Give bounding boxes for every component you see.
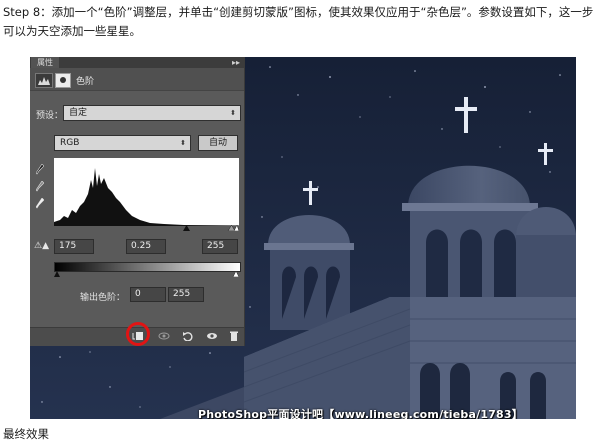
layer-mask-icon[interactable] xyxy=(55,73,71,88)
panel-titlebar xyxy=(30,57,244,68)
properties-panel: 属性 ▸▸ 色阶 预设： 自定 ⬍ RGB ⬍ 自动 ⚠▲ 175 0.25 2… xyxy=(30,57,245,346)
levels-adjustment-icon[interactable] xyxy=(35,73,53,88)
highlight-circle xyxy=(126,322,150,346)
preset-label: 预设： xyxy=(36,111,64,121)
output-levels-label: 输出色阶： xyxy=(80,293,126,303)
collapse-icon[interactable]: ▸▸ xyxy=(232,57,240,68)
output-black-field[interactable]: 0 xyxy=(130,287,166,302)
input-black-field[interactable]: 175 xyxy=(54,239,94,254)
visibility-eye-icon[interactable] xyxy=(206,331,218,341)
input-white-field[interactable]: 255 xyxy=(202,239,238,254)
preset-dropdown[interactable]: 自定 ⬍ xyxy=(63,105,241,121)
adjustment-title: 色阶 xyxy=(76,77,95,87)
watermark: PhotoShop平面设计吧【www.lineeg.com/tieba/1783… xyxy=(198,408,523,419)
input-white-handle[interactable] xyxy=(233,225,239,231)
output-black-handle[interactable] xyxy=(54,271,60,277)
clipping-warning-icon[interactable]: ⚠▲ xyxy=(34,241,49,251)
histogram xyxy=(54,158,239,226)
input-black-handle[interactable] xyxy=(183,225,190,231)
black-eyedropper-icon[interactable] xyxy=(35,163,45,175)
channel-value: RGB xyxy=(60,138,80,148)
instruction-text: Step 8：添加一个“色阶”调整层，并单击“创建剪切蒙版”图标，使其效果仅应用… xyxy=(3,5,594,38)
screenshot-image: 属性 ▸▸ 色阶 预设： 自定 ⬍ RGB ⬍ 自动 ⚠▲ 175 0.25 2… xyxy=(30,57,576,419)
preset-value: 自定 xyxy=(69,108,88,118)
dropdown-arrow-icon: ⬍ xyxy=(230,109,236,117)
dropdown-arrow-icon: ⬍ xyxy=(180,139,186,147)
reset-icon[interactable] xyxy=(182,331,194,342)
white-eyedropper-icon[interactable] xyxy=(35,197,45,209)
output-slider-track xyxy=(54,271,239,277)
properties-tab[interactable]: 属性 xyxy=(31,57,59,68)
output-white-field[interactable]: 255 xyxy=(168,287,204,302)
view-previous-icon[interactable] xyxy=(158,331,170,341)
output-white-handle[interactable] xyxy=(232,271,239,277)
gray-eyedropper-icon[interactable] xyxy=(35,180,45,192)
input-gamma-field[interactable]: 0.25 xyxy=(126,239,166,254)
trash-icon[interactable] xyxy=(228,331,240,341)
channel-dropdown[interactable]: RGB ⬍ xyxy=(54,135,191,151)
final-effect-label: 最终效果 xyxy=(3,427,49,441)
input-slider-track xyxy=(183,225,239,231)
auto-button[interactable]: 自动 xyxy=(198,135,238,151)
input-gray-handle[interactable] xyxy=(227,225,236,231)
